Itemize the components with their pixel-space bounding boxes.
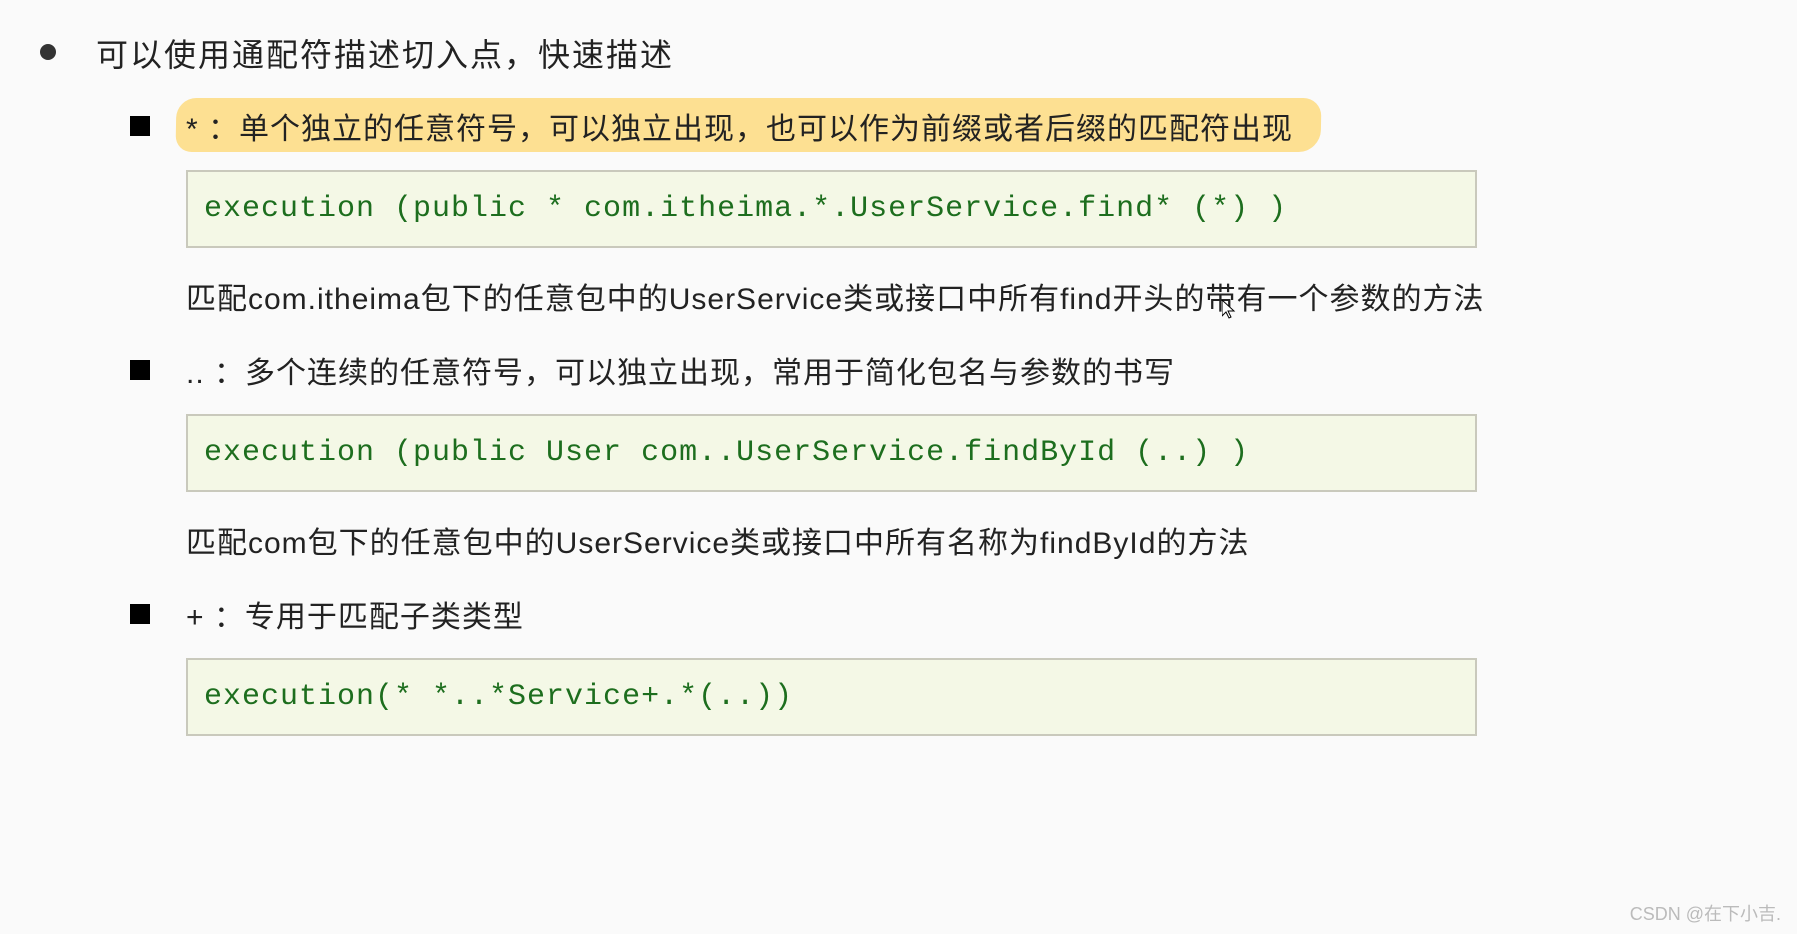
main-heading-text: 可以使用通配符描述切入点，快速描述: [96, 30, 674, 76]
wildcard-plus-item: + ：专用于匹配子类类型 execution(* *..*Service+.*(…: [130, 592, 1757, 736]
code-block-star: execution (public * com.itheima.*.UserSe…: [186, 170, 1477, 248]
description-dotdot: 匹配com包下的任意包中的UserService类或接口中所有名称为findBy…: [186, 518, 1757, 562]
wildcard-dotdot-heading: .. ：多个连续的任意符号，可以独立出现，常用于简化包名与参数的书写: [130, 348, 1757, 392]
watermark-text: CSDN @在下小吉.: [1630, 900, 1781, 926]
wildcard-dotdot-item: .. ：多个连续的任意符号，可以独立出现，常用于简化包名与参数的书写 execu…: [130, 348, 1757, 562]
code-block-dotdot: execution (public User com..UserService.…: [186, 414, 1477, 492]
bullet-square-icon: [130, 360, 150, 380]
highlight-marker: * ：单个独立的任意符号，可以独立出现，也可以作为前缀或者后缀的匹配符出现: [186, 104, 1293, 148]
wildcard-star-title-text: * ：单个独立的任意符号，可以独立出现，也可以作为前缀或者后缀的匹配符出现: [186, 113, 1293, 146]
wildcard-plus-title: + ：专用于匹配子类类型: [186, 592, 524, 636]
bullet-circle-icon: [40, 44, 56, 60]
bullet-square-icon: [130, 604, 150, 624]
description-star: 匹配com.itheima包下的任意包中的UserService类或接口中所有f…: [186, 274, 1757, 318]
bullet-square-icon: [130, 116, 150, 136]
sub-list: * ：单个独立的任意符号，可以独立出现，也可以作为前缀或者后缀的匹配符出现 ex…: [130, 104, 1757, 736]
wildcard-star-title: * ：单个独立的任意符号，可以独立出现，也可以作为前缀或者后缀的匹配符出现: [186, 104, 1293, 148]
wildcard-star-item: * ：单个独立的任意符号，可以独立出现，也可以作为前缀或者后缀的匹配符出现 ex…: [130, 104, 1757, 318]
wildcard-plus-heading: + ：专用于匹配子类类型: [130, 592, 1757, 636]
main-heading-row: 可以使用通配符描述切入点，快速描述: [40, 30, 1757, 76]
code-block-plus: execution(* *..*Service+.*(..)): [186, 658, 1477, 736]
wildcard-dotdot-title: .. ：多个连续的任意符号，可以独立出现，常用于简化包名与参数的书写: [186, 348, 1175, 392]
wildcard-star-heading: * ：单个独立的任意符号，可以独立出现，也可以作为前缀或者后缀的匹配符出现: [130, 104, 1757, 148]
